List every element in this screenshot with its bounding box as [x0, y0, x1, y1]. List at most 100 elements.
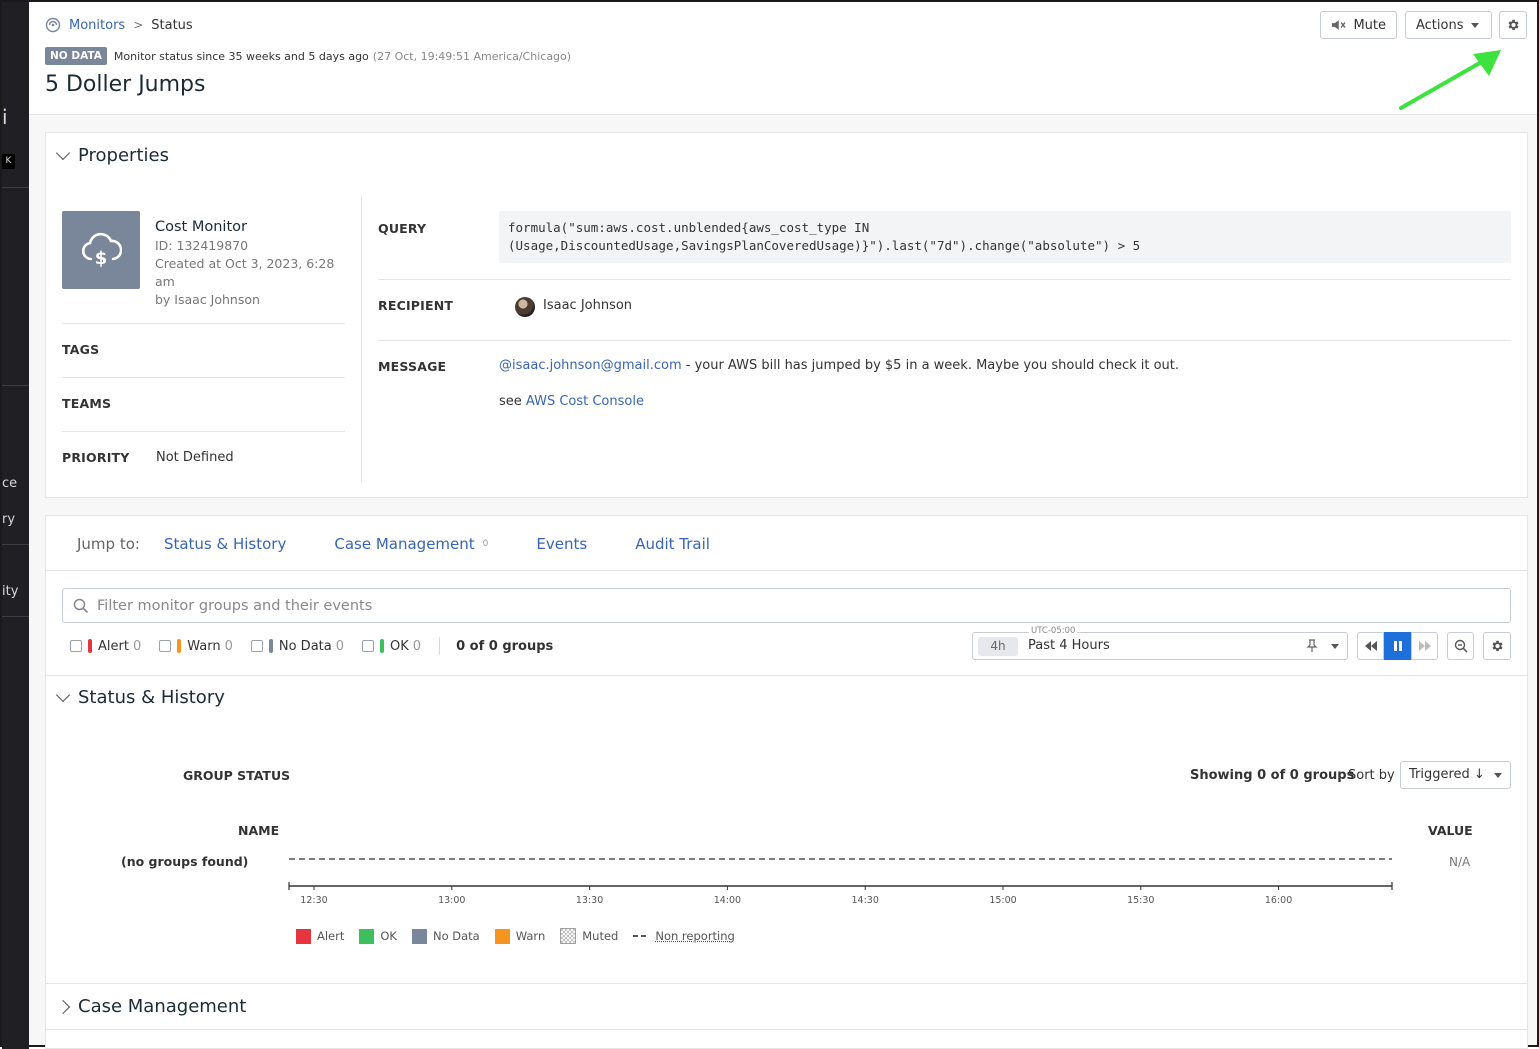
timezone-label: UTC-05:00	[1029, 626, 1078, 636]
nav-fragment[interactable]: ity	[2, 584, 18, 599]
properties-heading: Properties	[78, 145, 169, 166]
page-title: 5 Doller Jumps	[45, 72, 206, 97]
fast-forward-button[interactable]	[1411, 632, 1438, 660]
status-line: NO DATA Monitor status since 35 weeks an…	[45, 47, 571, 65]
legend-swatch	[296, 928, 311, 944]
divider	[378, 279, 1511, 280]
legend-muted: Muted	[560, 928, 618, 944]
case-count: 0	[482, 539, 489, 549]
gear-icon	[1508, 19, 1519, 31]
message-label: MESSAGE	[378, 359, 447, 374]
muted-pattern-icon	[560, 928, 577, 944]
jump-status-history[interactable]: Status & History	[164, 535, 286, 553]
timeline-tick-label: 14:30	[852, 895, 879, 906]
caret-down-icon	[1470, 22, 1479, 28]
actions-dropdown[interactable]: Actions	[1405, 11, 1492, 39]
svg-text:$: $	[95, 248, 108, 269]
breadcrumb-monitors-link[interactable]: Monitors	[69, 18, 125, 33]
sort-select[interactable]: Triggered ↓	[1400, 761, 1511, 789]
group-status-label: GROUP STATUS	[183, 768, 291, 783]
divider	[46, 983, 1527, 984]
timeline-tick-label: 13:30	[576, 895, 603, 906]
legend-warn: Warn	[494, 928, 545, 944]
ok-color-bar	[380, 639, 385, 653]
jump-audit-trail[interactable]: Audit Trail	[635, 535, 710, 553]
legend-swatch	[359, 928, 375, 944]
zoom-out-icon	[1454, 639, 1468, 653]
monitor-type: Cost Monitor	[155, 219, 247, 235]
mute-button[interactable]: Mute	[1320, 11, 1397, 39]
divider	[46, 675, 1527, 676]
aws-cost-console-link[interactable]: AWS Cost Console	[526, 394, 644, 409]
warn-filter-label: Warn	[187, 638, 221, 654]
jump-nav: Jump to: Status & History Case Managemen…	[77, 535, 758, 553]
divider	[46, 1029, 1527, 1030]
page-header: Monitors > Status NO DATA Monitor status…	[29, 2, 1537, 115]
monitor-created: Created at Oct 3, 2023, 6:28 am	[155, 256, 335, 289]
annotation-arrow	[1399, 50, 1501, 110]
speaker-muted-icon	[1331, 20, 1346, 30]
legend-non-reporting: Non reporting	[633, 929, 735, 943]
warn-count: 0	[224, 638, 233, 654]
recipient-name[interactable]: Isaac Johnson	[543, 298, 632, 313]
divider	[62, 323, 345, 324]
alert-checkbox[interactable]	[70, 640, 82, 652]
nav-fragment[interactable]: ry	[2, 512, 15, 527]
time-picker[interactable]: UTC-05:00 4h Past 4 Hours	[972, 626, 1348, 660]
rewind-button[interactable]	[1357, 632, 1384, 660]
mention-link[interactable]: @isaac.johnson@gmail.com	[499, 358, 682, 373]
nav-fragment[interactable]: ce	[2, 476, 17, 491]
filter-placeholder: Filter monitor groups and their events	[97, 597, 373, 614]
legend-label: Muted	[582, 929, 619, 943]
filter-input[interactable]: Filter monitor groups and their events	[62, 588, 1511, 623]
legend-label: Alert	[317, 929, 345, 943]
rewind-icon	[1364, 641, 1377, 651]
jump-case-management[interactable]: Case Management	[334, 535, 474, 553]
chevron-down-icon	[55, 145, 71, 161]
nav-divider	[2, 616, 29, 617]
pause-icon	[1393, 641, 1402, 651]
showing-groups: Showing 0 of 0 groups	[1190, 768, 1355, 783]
ok-checkbox[interactable]	[362, 640, 375, 652]
chevron-down-icon	[55, 687, 71, 703]
jump-events[interactable]: Events	[536, 535, 587, 553]
teams-label: TEAMS	[62, 396, 112, 411]
timeline-chart: 12:30 13:00 13:30 14:00 14:30 15:00 15:30 16:00	[288, 858, 1393, 906]
sort-value: Triggered ↓	[1409, 767, 1485, 782]
warn-checkbox[interactable]	[159, 640, 172, 652]
timeline-tick-label: 13:00	[438, 895, 465, 906]
sort-by-label: Sort by	[1348, 768, 1395, 783]
nav-divider	[2, 544, 29, 545]
timeline-tick-label: 14:00	[714, 895, 741, 906]
zoom-out-button[interactable]	[1447, 632, 1474, 660]
settings-button[interactable]	[1499, 11, 1527, 39]
status-history-toggle[interactable]: Status & History	[55, 687, 225, 708]
status-history-heading: Status & History	[78, 687, 225, 708]
case-management-toggle[interactable]: Case Management	[55, 996, 246, 1017]
query-code: formula("sum:aws.cost.unblended{aws_cost…	[499, 211, 1511, 263]
timeline-settings-button[interactable]	[1483, 632, 1511, 660]
left-nav: i K ce ry ity	[2, 2, 29, 1049]
name-column-header: NAME	[238, 823, 280, 838]
query-line: (Usage,DiscountedUsage,SavingsPlanCovere…	[508, 238, 1141, 253]
pause-button[interactable]	[1384, 632, 1411, 660]
status-since: Monitor status since 35 weeks and 5 days…	[113, 49, 369, 63]
properties-toggle[interactable]: Properties	[55, 145, 169, 166]
time-chip: 4h	[978, 637, 1018, 656]
message-body: - your AWS bill has jumped by $5 in a we…	[681, 358, 1180, 373]
time-range-label: Past 4 Hours	[1028, 638, 1110, 653]
pin-icon[interactable]	[1306, 639, 1318, 653]
timeline-tick-label: 12:30	[300, 895, 327, 906]
cost-monitor-icon: $	[62, 211, 140, 289]
nodata-count: 0	[335, 638, 345, 654]
nodata-checkbox[interactable]	[250, 640, 263, 652]
legend-label: No Data	[432, 929, 480, 943]
breadcrumb: Monitors > Status	[45, 17, 193, 33]
breadcrumb-current: Status	[151, 17, 193, 33]
ok-filter-label: OK	[390, 638, 409, 654]
legend-ok: OK	[359, 928, 397, 944]
legend-alert: Alert	[296, 928, 345, 944]
nodata-filter-label: No Data	[278, 638, 332, 654]
monitor-logo-icon	[45, 17, 61, 33]
nav-fragment[interactable]: i	[2, 105, 8, 129]
